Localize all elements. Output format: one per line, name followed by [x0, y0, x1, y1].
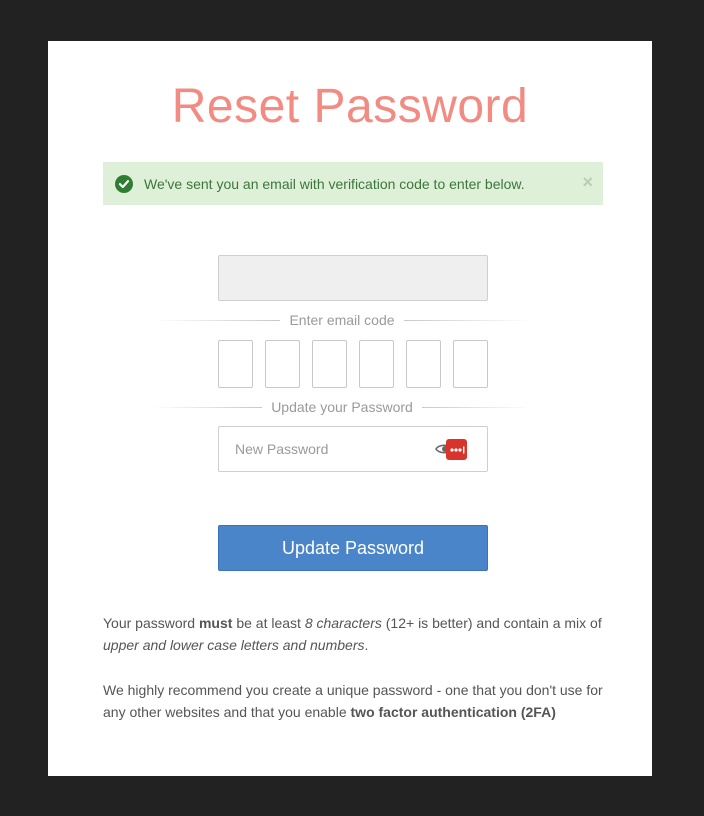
update-password-button[interactable]: Update Password	[218, 525, 488, 571]
new-password-input[interactable]	[219, 427, 429, 471]
email-code-divider: Enter email code	[152, 310, 532, 330]
page-title: Reset Password	[171, 80, 529, 133]
email-display-field	[218, 255, 488, 301]
new-password-field	[218, 426, 488, 472]
code-digit-4[interactable]	[359, 340, 394, 388]
password-requirements-text: Your password must be at least 8 charact…	[103, 615, 602, 653]
code-digit-2[interactable]	[265, 340, 300, 388]
reset-password-card: Reset Password We've sent you an email w…	[48, 41, 652, 776]
alert-message: We've sent you an email with verificatio…	[144, 175, 525, 192]
code-digit-5[interactable]	[406, 340, 441, 388]
password-manager-icon[interactable]	[446, 439, 467, 460]
code-digit-1[interactable]	[218, 340, 253, 388]
password-section-label: Update your Password	[271, 399, 413, 415]
password-recommendation-text: We highly recommend you create a unique …	[103, 682, 603, 720]
check-circle-icon	[115, 174, 133, 193]
close-icon[interactable]: ×	[582, 173, 593, 191]
code-digit-3[interactable]	[312, 340, 347, 388]
success-alert: We've sent you an email with verificatio…	[103, 162, 603, 205]
code-digit-6[interactable]	[453, 340, 488, 388]
email-code-inputs	[218, 340, 488, 388]
email-code-label: Enter email code	[289, 312, 395, 328]
password-divider: Update your Password	[152, 397, 533, 417]
